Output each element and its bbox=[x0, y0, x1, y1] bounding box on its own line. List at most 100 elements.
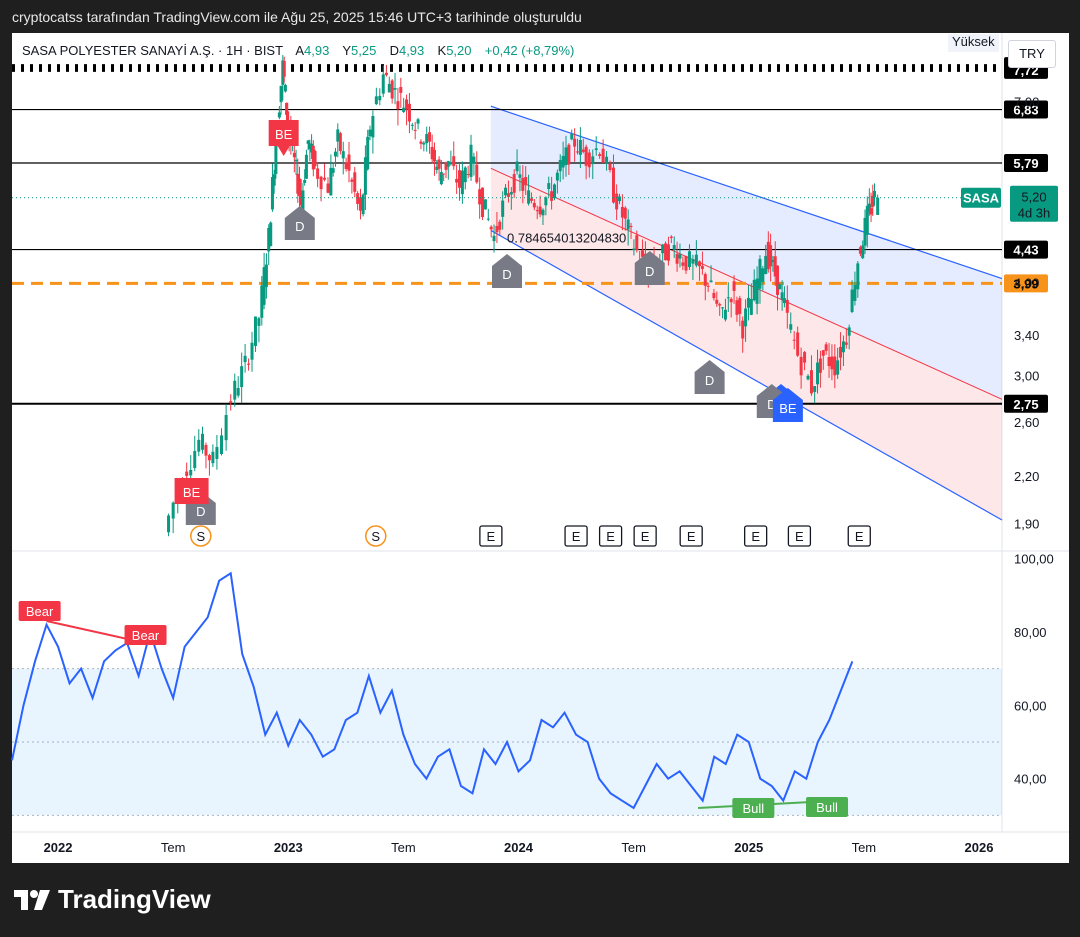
candle-body[interactable] bbox=[495, 225, 499, 233]
candle-body[interactable] bbox=[326, 183, 330, 193]
candle-body[interactable] bbox=[661, 244, 665, 254]
candle-body[interactable] bbox=[552, 184, 556, 199]
candle-body[interactable] bbox=[738, 298, 742, 314]
candle-body[interactable] bbox=[752, 279, 756, 301]
candle-body[interactable] bbox=[407, 103, 411, 122]
candle-body[interactable] bbox=[405, 99, 409, 110]
candle-body[interactable] bbox=[749, 298, 753, 315]
candle-body[interactable] bbox=[769, 245, 773, 267]
candle-body[interactable] bbox=[466, 174, 470, 176]
candle-body[interactable] bbox=[331, 168, 335, 173]
candle-body[interactable] bbox=[390, 80, 394, 99]
candle-body[interactable] bbox=[458, 170, 462, 188]
candle-body[interactable] bbox=[684, 256, 688, 271]
candle-body[interactable] bbox=[666, 244, 670, 261]
candle-body[interactable] bbox=[338, 133, 342, 152]
candle-body[interactable] bbox=[356, 193, 360, 204]
candle-body[interactable] bbox=[567, 144, 571, 165]
candle-body[interactable] bbox=[283, 85, 287, 92]
candle-body[interactable] bbox=[316, 168, 320, 179]
candle-body[interactable] bbox=[460, 170, 464, 195]
candle-body[interactable] bbox=[635, 235, 639, 250]
candle-body[interactable] bbox=[694, 254, 698, 266]
candle-body[interactable] bbox=[626, 219, 630, 230]
candle-body[interactable] bbox=[830, 356, 834, 370]
candle-body[interactable] bbox=[876, 197, 880, 215]
legend-symbol[interactable]: SASA POLYESTER SANAYİ A.Ş. · 1H · BIST bbox=[22, 43, 283, 58]
candle-body[interactable] bbox=[481, 187, 485, 218]
candle-body[interactable] bbox=[452, 156, 456, 167]
candle-body[interactable] bbox=[681, 262, 685, 266]
candle-body[interactable] bbox=[735, 300, 739, 315]
candle-body[interactable] bbox=[313, 150, 317, 167]
candle-body[interactable] bbox=[387, 83, 391, 93]
candle-body[interactable] bbox=[861, 245, 865, 259]
candle-body[interactable] bbox=[486, 218, 490, 220]
candle-body[interactable] bbox=[703, 274, 707, 286]
candle-body[interactable] bbox=[279, 85, 283, 103]
candle-body[interactable] bbox=[185, 471, 189, 476]
candle-body[interactable] bbox=[532, 202, 536, 208]
candle-body[interactable] bbox=[359, 197, 363, 211]
candle-body[interactable] bbox=[492, 235, 496, 242]
candle-body[interactable] bbox=[233, 380, 237, 400]
candle-body[interactable] bbox=[741, 320, 745, 339]
candle-body[interactable] bbox=[413, 129, 417, 131]
candle-body[interactable] bbox=[847, 327, 851, 336]
candle-body[interactable] bbox=[341, 151, 345, 159]
candle-body[interactable] bbox=[410, 124, 414, 126]
candle-body[interactable] bbox=[836, 360, 840, 375]
candle-body[interactable] bbox=[437, 159, 441, 169]
candle-body[interactable] bbox=[243, 355, 247, 363]
candle-body[interactable] bbox=[442, 173, 446, 175]
candle-body[interactable] bbox=[344, 162, 348, 170]
candle-body[interactable] bbox=[333, 151, 337, 157]
candle-body[interactable] bbox=[269, 222, 273, 247]
candle-body[interactable] bbox=[675, 253, 679, 264]
candle-body[interactable] bbox=[706, 285, 710, 287]
candle-body[interactable] bbox=[529, 198, 533, 201]
candle-body[interactable] bbox=[564, 147, 568, 166]
candle-body[interactable] bbox=[778, 284, 782, 290]
candle-body[interactable] bbox=[623, 207, 627, 219]
candle-body[interactable] bbox=[323, 177, 327, 180]
candle-body[interactable] bbox=[591, 156, 595, 165]
candle-body[interactable] bbox=[806, 375, 810, 380]
candle-body[interactable] bbox=[544, 197, 548, 206]
candle-body[interactable] bbox=[715, 299, 719, 304]
candle-body[interactable] bbox=[211, 451, 215, 464]
candle-body[interactable] bbox=[827, 357, 831, 367]
candle-body[interactable] bbox=[463, 167, 467, 183]
candle-body[interactable] bbox=[839, 346, 843, 358]
candle-body[interactable] bbox=[489, 226, 493, 230]
candle-body[interactable] bbox=[853, 284, 857, 301]
candle-body[interactable] bbox=[721, 307, 725, 309]
candle-body[interactable] bbox=[425, 134, 429, 144]
candle-body[interactable] bbox=[698, 261, 702, 267]
candle-body[interactable] bbox=[303, 179, 307, 183]
candle-body[interactable] bbox=[167, 515, 171, 533]
candle-body[interactable] bbox=[449, 162, 453, 165]
candle-body[interactable] bbox=[220, 435, 224, 455]
candle-body[interactable] bbox=[632, 248, 636, 250]
candle-body[interactable] bbox=[729, 298, 733, 303]
candle-body[interactable] bbox=[700, 266, 704, 269]
candle-body[interactable] bbox=[381, 74, 385, 94]
candle-body[interactable] bbox=[856, 263, 860, 290]
currency-button[interactable]: TRY bbox=[1008, 40, 1056, 68]
candle-body[interactable] bbox=[550, 191, 554, 201]
candle-body[interactable] bbox=[782, 298, 786, 304]
candle-body[interactable] bbox=[257, 318, 261, 326]
candle-body[interactable] bbox=[841, 341, 845, 353]
candle-body[interactable] bbox=[498, 221, 502, 230]
candle-body[interactable] bbox=[197, 439, 201, 452]
candle-body[interactable] bbox=[615, 193, 619, 210]
candle-body[interactable] bbox=[527, 190, 531, 204]
candle-body[interactable] bbox=[726, 297, 730, 299]
candle-body[interactable] bbox=[608, 163, 612, 171]
candle-body[interactable] bbox=[304, 154, 308, 179]
candle-body[interactable] bbox=[691, 259, 695, 264]
candle-body[interactable] bbox=[712, 292, 716, 299]
scale-mode-label[interactable]: Yüksek bbox=[948, 34, 999, 52]
candle-body[interactable] bbox=[792, 339, 796, 341]
